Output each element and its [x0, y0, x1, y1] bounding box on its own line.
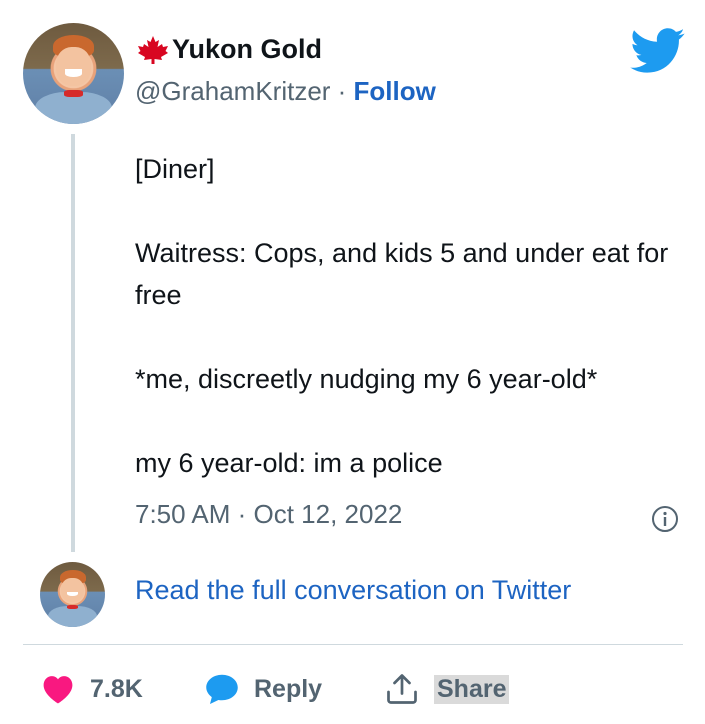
- like-count: 7.8K: [90, 674, 143, 703]
- share-button[interactable]: Share: [384, 671, 510, 707]
- reply-button[interactable]: Reply: [204, 671, 384, 707]
- tweet-line: my 6 year-old: im a police: [135, 448, 443, 478]
- tweet-line: *me, discreetly nudging my 6 year-old*: [135, 364, 598, 394]
- author-handle[interactable]: @GrahamKritzer: [135, 76, 330, 106]
- reply-label: Reply: [254, 674, 323, 703]
- share-icon: [387, 674, 417, 704]
- tweet-line: Waitress: Cops, and kids 5 and under eat…: [135, 238, 669, 310]
- maple-leaf-icon: [138, 35, 168, 64]
- tweet-line: [Diner]: [135, 154, 215, 184]
- info-icon[interactable]: [651, 505, 679, 533]
- conversation-avatar[interactable]: [40, 562, 105, 627]
- author-handle-row: @GrahamKritzer · Follow: [135, 76, 436, 107]
- follow-link[interactable]: Follow: [354, 76, 436, 106]
- action-bar: 7.8K Reply Share: [40, 666, 510, 712]
- divider: [23, 644, 683, 645]
- read-full-conversation-link[interactable]: Read the full conversation on Twitter: [135, 575, 571, 606]
- tweet-embed-card: Yukon Gold @GrahamKritzer · Follow [Dine…: [0, 0, 705, 724]
- heart-icon: [43, 676, 73, 704]
- tweet-text: [Diner] Waitress: Cops, and kids 5 and u…: [135, 148, 675, 484]
- share-label: Share: [434, 674, 510, 704]
- handle-separator: ·: [330, 76, 354, 106]
- author-display-name: Yukon Gold: [172, 34, 323, 64]
- tweet-timestamp[interactable]: 7:50 AM · Oct 12, 2022: [135, 499, 402, 530]
- author-avatar[interactable]: [23, 23, 124, 124]
- like-button[interactable]: 7.8K: [40, 671, 204, 707]
- author-name-row[interactable]: Yukon Gold: [136, 34, 322, 65]
- thread-connector-line: [71, 134, 75, 552]
- reply-bubble-icon: [206, 674, 238, 704]
- twitter-bird-icon[interactable]: [630, 28, 686, 74]
